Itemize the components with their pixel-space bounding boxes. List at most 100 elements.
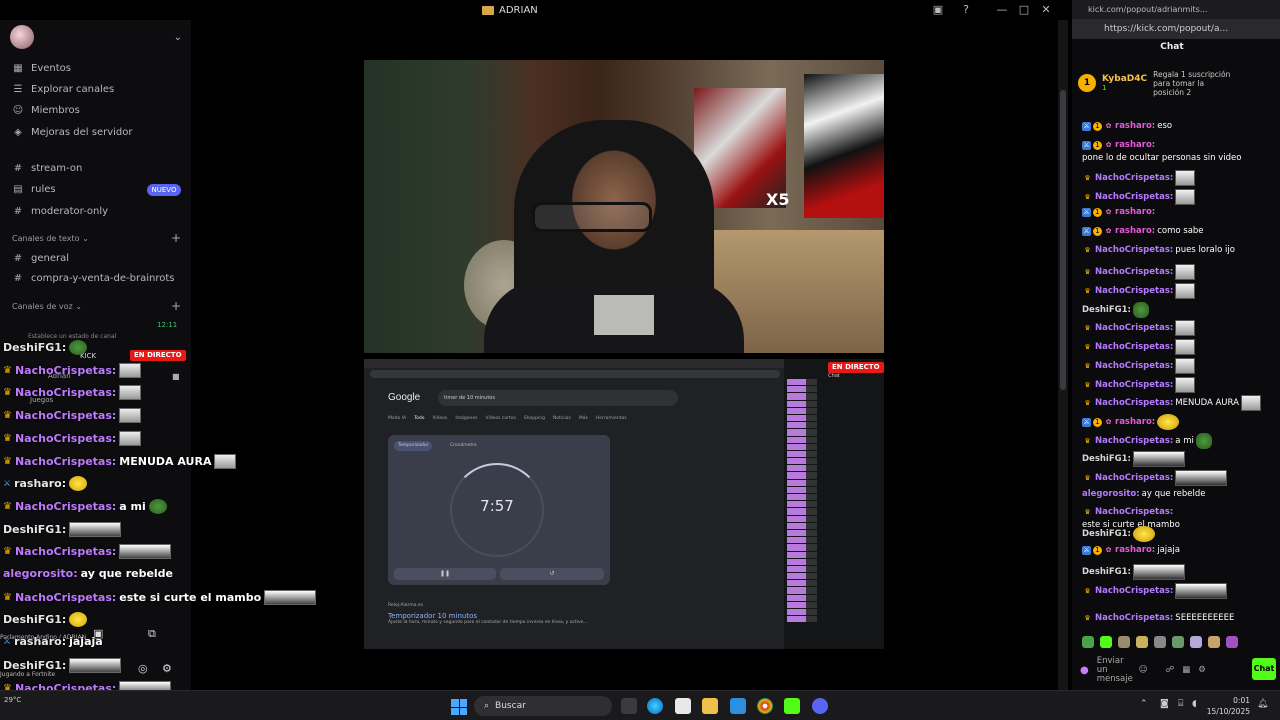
kick-chat-username[interactable]: NachoCrispetas: <box>1095 267 1173 278</box>
emote-icon[interactable] <box>1118 636 1130 648</box>
network-icon[interactable]: ⌸ <box>1178 699 1183 709</box>
chrome-icon[interactable] <box>757 698 773 714</box>
folder-icon <box>482 5 494 15</box>
kick-chat-username[interactable]: rasharo: <box>1115 207 1155 218</box>
emote-icon[interactable] <box>1172 636 1184 648</box>
kick-chat-username[interactable]: rasharo: <box>1115 545 1155 556</box>
users-icon[interactable]: ☍ <box>1166 665 1175 675</box>
kick-chat-message: ♛ NachoCrispetas: <box>1082 358 1262 374</box>
nav-item-server-boost[interactable]: ◈ Mejoras del servidor <box>12 123 132 141</box>
channel-rules[interactable]: ▤ rules <box>12 180 55 198</box>
nav-item-members[interactable]: ☺ Miembros <box>12 101 80 119</box>
kick-chat-username[interactable]: DeshiFG1: <box>1082 454 1131 465</box>
overlay-chat-line: DeshiFG1: <box>3 612 88 628</box>
mini-chat-line <box>787 450 881 459</box>
emote-icon[interactable] <box>1082 636 1094 648</box>
chat-message: este si curte el mambo <box>119 590 262 604</box>
kick-chat-username[interactable]: NachoCrispetas: <box>1095 361 1173 372</box>
clock[interactable]: 0:01 15/10/2025 <box>1204 695 1250 717</box>
kick-chat-username[interactable]: DeshiFG1: <box>1082 567 1131 578</box>
weather-widget[interactable]: 29°C <box>4 695 21 705</box>
start-button[interactable] <box>451 699 467 715</box>
screen-share-stream[interactable]: Google timer de 10 minutos Modo IA Todo … <box>364 359 884 649</box>
kick-chat-username[interactable]: NachoCrispetas: <box>1095 286 1173 297</box>
kick-chat-username[interactable]: NachoCrispetas: <box>1095 245 1173 256</box>
kick-chat-username[interactable]: NachoCrispetas: <box>1095 586 1173 597</box>
discord-app-icon[interactable] <box>812 698 828 714</box>
chat-username: alegorosito: <box>3 567 78 580</box>
text-category[interactable]: Canales de texto ⌄ <box>12 234 89 243</box>
mini-chat-line <box>787 458 881 466</box>
tray-app-icon[interactable]: ◙ <box>1160 699 1169 709</box>
volume-icon[interactable]: ◖ <box>1192 699 1197 709</box>
kick-chat-username[interactable]: DeshiFG1: <box>1082 529 1131 540</box>
emote-icon[interactable] <box>1100 636 1112 648</box>
kick-chat-username[interactable]: rasharo: <box>1115 140 1155 151</box>
kick-chat-username[interactable]: NachoCrispetas: <box>1095 380 1173 391</box>
kick-chat-username[interactable]: NachoCrispetas: <box>1095 507 1173 518</box>
crown-badge-icon: ♛ <box>1084 361 1091 370</box>
tray-chevron-icon[interactable]: ⌃ <box>1140 699 1148 709</box>
kick-chat-message: ♛ NachoCrispetas: <box>1082 470 1262 486</box>
kick-chat-username[interactable]: rasharo: <box>1115 417 1155 428</box>
channel-moderator-only[interactable]: # moderator-only <box>12 202 108 220</box>
emoji-icon[interactable]: ☺ <box>1139 665 1148 675</box>
settings-gear-icon[interactable]: ⚙ <box>1198 665 1206 675</box>
gift-leaderboard[interactable]: 1 KybaD4C 1 Regala 1 suscripción para to… <box>1078 66 1268 100</box>
kick-chat-username[interactable]: rasharo: <box>1115 121 1155 132</box>
add-voice-channel-icon[interactable]: + <box>171 299 181 313</box>
store-icon[interactable]: ▦ <box>1182 665 1190 675</box>
channel-general[interactable]: # general <box>12 249 69 267</box>
kick-url-bar[interactable]: https://kick.com/popout/a... <box>1072 19 1280 39</box>
edge-browser-icon[interactable] <box>647 698 663 714</box>
kick-chat-username[interactable]: NachoCrispetas: <box>1095 342 1173 353</box>
file-explorer-icon[interactable] <box>702 698 718 714</box>
kick-chat-username[interactable]: NachoCrispetas: <box>1095 473 1173 484</box>
emote-bar[interactable] <box>1082 636 1238 648</box>
kick-chat-username[interactable]: NachoCrispetas: <box>1095 173 1173 184</box>
help-icon[interactable]: ? <box>958 2 974 18</box>
emote-icon[interactable] <box>1154 636 1166 648</box>
chat-input[interactable]: Enviar un mensaje <box>1097 656 1133 684</box>
kick-chat-username[interactable]: alegorosito: <box>1082 489 1140 500</box>
emote-icon[interactable] <box>1136 636 1148 648</box>
kick-chat-username[interactable]: rasharo: <box>1115 226 1155 237</box>
kick-chat-username[interactable]: NachoCrispetas: <box>1095 323 1173 334</box>
close-button[interactable]: ✕ <box>1038 2 1054 18</box>
kick-chat-username[interactable]: DeshiFG1: <box>1082 305 1131 316</box>
emote-icon[interactable] <box>1226 636 1238 648</box>
taskbar-search[interactable]: ⌕ Buscar <box>474 696 612 716</box>
crown-badge-icon: ♛ <box>1084 586 1091 595</box>
kick-chat-username[interactable]: NachoCrispetas: <box>1095 398 1173 409</box>
scrollbar[interactable] <box>1058 20 1068 690</box>
task-view-icon[interactable] <box>621 698 637 714</box>
voice-category[interactable]: Canales de voz ⌄ <box>12 302 82 311</box>
kick-chat-username[interactable]: NachoCrispetas: <box>1095 613 1173 624</box>
store-icon[interactable] <box>675 698 691 714</box>
kick-chat-username[interactable]: NachoCrispetas: <box>1095 192 1173 203</box>
emote-icon[interactable] <box>1190 636 1202 648</box>
notification-icon[interactable]: 🔔︎ <box>1257 699 1268 709</box>
mic-icon[interactable]: ● <box>1080 665 1089 676</box>
chat-emote <box>119 430 142 446</box>
app-icon[interactable] <box>730 698 746 714</box>
minimize-button[interactable]: — <box>994 2 1010 18</box>
nav-item-browse-channels[interactable]: ☰ Explorar canales <box>12 80 115 98</box>
kick-app-icon[interactable] <box>784 698 800 714</box>
chevron-down-icon[interactable]: ⌄ <box>174 32 182 43</box>
kick-chat-username[interactable]: NachoCrispetas: <box>1095 436 1173 447</box>
kick-tab-title[interactable]: kick.com/popout/adrianmits... <box>1088 5 1207 14</box>
crown-badge-icon: ♛ <box>1084 473 1091 482</box>
channel-stream-on[interactable]: # stream-on <box>12 159 83 177</box>
nav-item-events[interactable]: ▦ Eventos <box>12 59 71 77</box>
server-header[interactable]: ⌄ <box>10 25 182 49</box>
screen-share-icon[interactable]: ▣ <box>930 2 946 18</box>
emote-icon[interactable] <box>1208 636 1220 648</box>
kick-chat-emote <box>1132 564 1185 580</box>
maximize-button[interactable]: □ <box>1016 2 1032 18</box>
webcam-stream[interactable]: X5 <box>364 60 884 353</box>
send-chat-button[interactable]: Chat <box>1252 658 1276 680</box>
add-channel-icon[interactable]: + <box>171 231 181 245</box>
channel-compra-venta[interactable]: # compra-y-venta-de-brainrots <box>12 269 175 287</box>
scrollbar-thumb[interactable] <box>1060 90 1066 390</box>
